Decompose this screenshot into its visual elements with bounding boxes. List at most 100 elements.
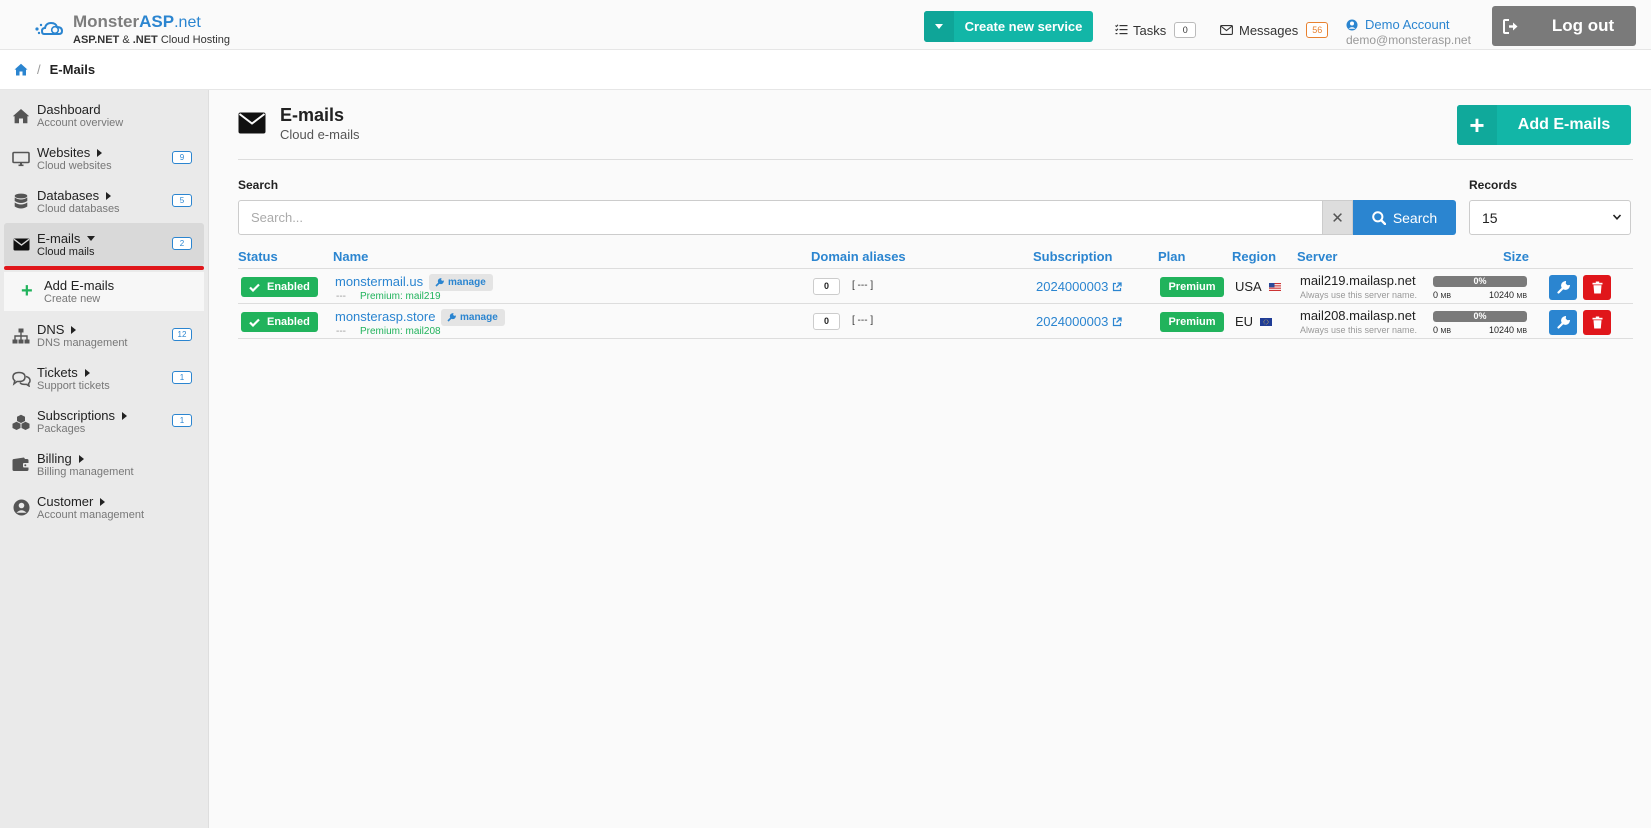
search-button[interactable]: Search: [1353, 200, 1456, 235]
breadcrumb: / E-Mails: [0, 50, 1651, 90]
records-select[interactable]: 15: [1469, 200, 1631, 235]
account-name: Demo Account: [1365, 17, 1450, 32]
brand-logo[interactable]: MonsterASP.net ASP.NET & .NET Cloud Host…: [33, 13, 230, 46]
plus-icon: +: [1457, 105, 1497, 145]
table-row: Enabled monstermail.us manage --- Premium…: [238, 270, 1633, 304]
wallet-icon: [11, 455, 31, 475]
external-link-icon: [1113, 281, 1122, 291]
caret-down-icon: [87, 236, 96, 241]
sidebar-item-dashboard[interactable]: Dashboard Account overview: [0, 94, 208, 137]
sidebar-item-databases[interactable]: Databases Cloud databases 5: [0, 180, 208, 223]
main-content: E-mails Cloud e-mails + Add E-mails Sear…: [238, 90, 1633, 339]
column-header-size[interactable]: Size: [1503, 249, 1529, 264]
sidebar-subitem-add-emails[interactable]: + Add E-mails Create new: [4, 272, 204, 311]
clear-search-button[interactable]: ✕: [1323, 200, 1353, 235]
sidebar-item-title: E-mails: [37, 231, 81, 246]
us-flag-icon: [1268, 282, 1281, 291]
chevron-down-icon: [1612, 214, 1622, 220]
sidebar-item-subtitle: Support tickets: [37, 380, 110, 392]
wrench-icon: [435, 278, 444, 287]
manage-button[interactable]: manage: [429, 274, 493, 291]
region: EU: [1235, 314, 1273, 329]
add-emails-label: Add E-mails: [1517, 116, 1611, 133]
search-input[interactable]: [238, 200, 1323, 235]
check-icon: [249, 283, 260, 292]
alias-list: [ --- ]: [852, 315, 874, 326]
home-icon[interactable]: [14, 63, 28, 76]
logout-button[interactable]: Log out: [1492, 6, 1636, 46]
sidebar-subitem-title: Add E-mails: [44, 278, 115, 293]
caret-right-icon: [84, 368, 90, 377]
account-menu[interactable]: Demo Account demo@monsterasp.net: [1346, 17, 1471, 47]
caret-right-icon: [78, 454, 84, 463]
column-header-domain-aliases[interactable]: Domain aliases: [811, 249, 906, 264]
tasks-link[interactable]: Tasks 0: [1115, 22, 1197, 38]
caret-right-icon: [71, 325, 77, 334]
breadcrumb-separator: /: [37, 62, 41, 77]
caret-right-icon: [100, 497, 106, 506]
caret-right-icon: [122, 411, 128, 420]
sidebar-item-tickets[interactable]: Tickets Support tickets 1: [0, 357, 208, 400]
add-emails-button[interactable]: + Add E-mails: [1457, 105, 1631, 145]
sidebar-item-title: DNS: [37, 322, 65, 337]
sidebar-item-title: Websites: [37, 145, 91, 160]
trash-icon: [1592, 316, 1602, 329]
close-icon: ✕: [1331, 209, 1344, 227]
sidebar-item-customer[interactable]: Customer Account management: [0, 486, 208, 529]
alias-count-badge: 0: [813, 278, 840, 295]
subscription-link[interactable]: 2024000003: [1036, 314, 1122, 329]
column-header-name[interactable]: Name: [333, 249, 368, 264]
subscription-link[interactable]: 2024000003: [1036, 279, 1122, 294]
sidebar-item-title: Dashboard: [37, 102, 101, 117]
caret-down-icon: [924, 11, 954, 42]
sidebar-item-websites[interactable]: Websites Cloud websites 9: [0, 137, 208, 180]
plan-badge: Premium: [1160, 312, 1224, 332]
home-icon: [11, 106, 31, 126]
records-value: 15: [1482, 209, 1498, 226]
email-domain-link[interactable]: monsterasp.store: [335, 309, 435, 324]
sidebar-item-billing[interactable]: Billing Billing management: [0, 443, 208, 486]
cubes-icon: [11, 412, 31, 432]
delete-button[interactable]: [1583, 275, 1611, 300]
sidebar: Dashboard Account overview Websites Cloud …: [0, 90, 209, 828]
sidebar-count-badge: 1: [172, 371, 192, 384]
edit-button[interactable]: [1549, 310, 1577, 335]
plus-icon: +: [21, 280, 33, 302]
column-header-region[interactable]: Region: [1232, 249, 1276, 264]
database-icon: [11, 192, 31, 212]
check-icon: [249, 318, 260, 327]
sidebar-item-subtitle: Account management: [37, 509, 145, 521]
messages-link[interactable]: Messages 56: [1220, 22, 1329, 38]
column-header-plan[interactable]: Plan: [1158, 249, 1185, 264]
column-header-server[interactable]: Server: [1297, 249, 1337, 264]
sidebar-item-subscriptions[interactable]: Subscriptions Packages 1: [0, 400, 208, 443]
sidebar-item-title: Tickets: [37, 365, 78, 380]
list-check-icon: [1115, 24, 1128, 35]
envelope-icon: [238, 112, 266, 134]
edit-button[interactable]: [1549, 275, 1577, 300]
column-header-subscription[interactable]: Subscription: [1033, 249, 1112, 264]
email-plan-info: --- Premium: mail219: [336, 291, 441, 302]
delete-button[interactable]: [1583, 310, 1611, 335]
trash-icon: [1592, 281, 1602, 294]
manage-button[interactable]: manage: [441, 309, 505, 326]
table-row: Enabled monsterasp.store manage --- Premi…: [238, 305, 1633, 339]
sidebar-item-subtitle: Billing management: [37, 466, 134, 478]
email-domain-link[interactable]: monstermail.us: [335, 274, 423, 289]
alias-list: [ --- ]: [852, 280, 874, 291]
sidebar-count-badge: 5: [172, 194, 192, 207]
cloud-logo-icon: [35, 21, 64, 35]
brand-name: MonsterASP.net: [73, 12, 201, 32]
top-header: MonsterASP.net ASP.NET & .NET Cloud Host…: [0, 0, 1651, 50]
messages-count-badge: 56: [1306, 22, 1329, 38]
search-icon: [1372, 210, 1386, 225]
page-subtitle: Cloud e-mails: [280, 127, 360, 142]
search-button-label: Search: [1392, 209, 1438, 226]
column-header-status[interactable]: Status: [238, 249, 278, 264]
sidebar-item-emails[interactable]: E-mails Cloud mails 2: [4, 223, 204, 266]
sidebar-item-subtitle: Cloud websites: [37, 160, 112, 172]
sidebar-item-dns[interactable]: DNS DNS management 12: [0, 314, 208, 357]
table-header: Status Name Domain aliases Subscription …: [238, 249, 1633, 269]
external-link-icon: [1113, 316, 1122, 326]
create-new-service-button[interactable]: Create new service: [924, 11, 1093, 42]
